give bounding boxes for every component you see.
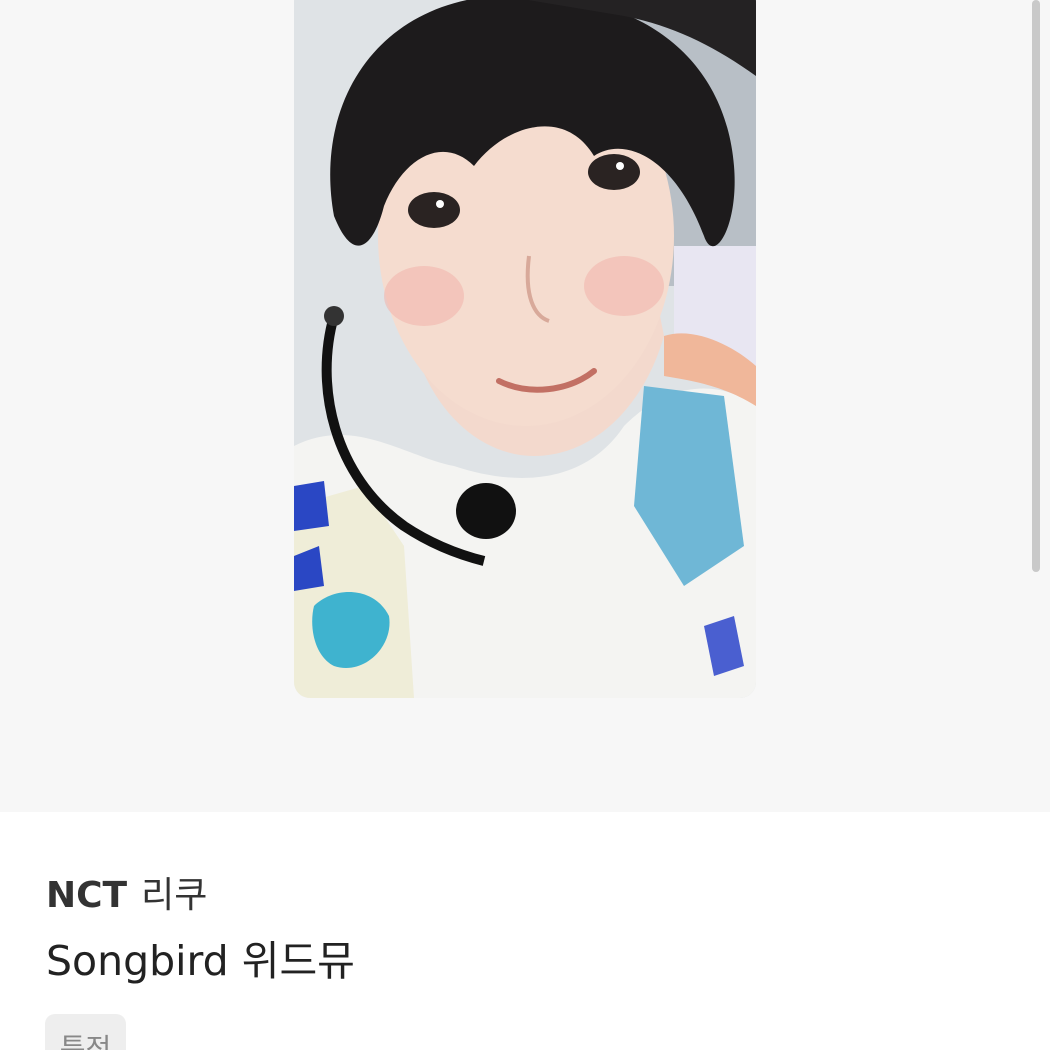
- group-name: NCT: [46, 875, 128, 916]
- member-name: 리쿠: [141, 875, 208, 916]
- product-page: NCT 리쿠 Songbird 위드뮤 특전: [0, 0, 1050, 1050]
- album-name: Songbird 위드뮤: [46, 937, 355, 985]
- photocard-illustration: [294, 0, 756, 698]
- product-title: NCT 리쿠: [46, 874, 207, 918]
- scrollbar-thumb[interactable]: [1032, 0, 1040, 572]
- photocard-image[interactable]: [294, 0, 756, 698]
- product-info: NCT 리쿠 Songbird 위드뮤 특전: [0, 812, 1050, 1050]
- category-tag: 특전: [45, 1014, 126, 1050]
- product-image-area: [0, 0, 1050, 812]
